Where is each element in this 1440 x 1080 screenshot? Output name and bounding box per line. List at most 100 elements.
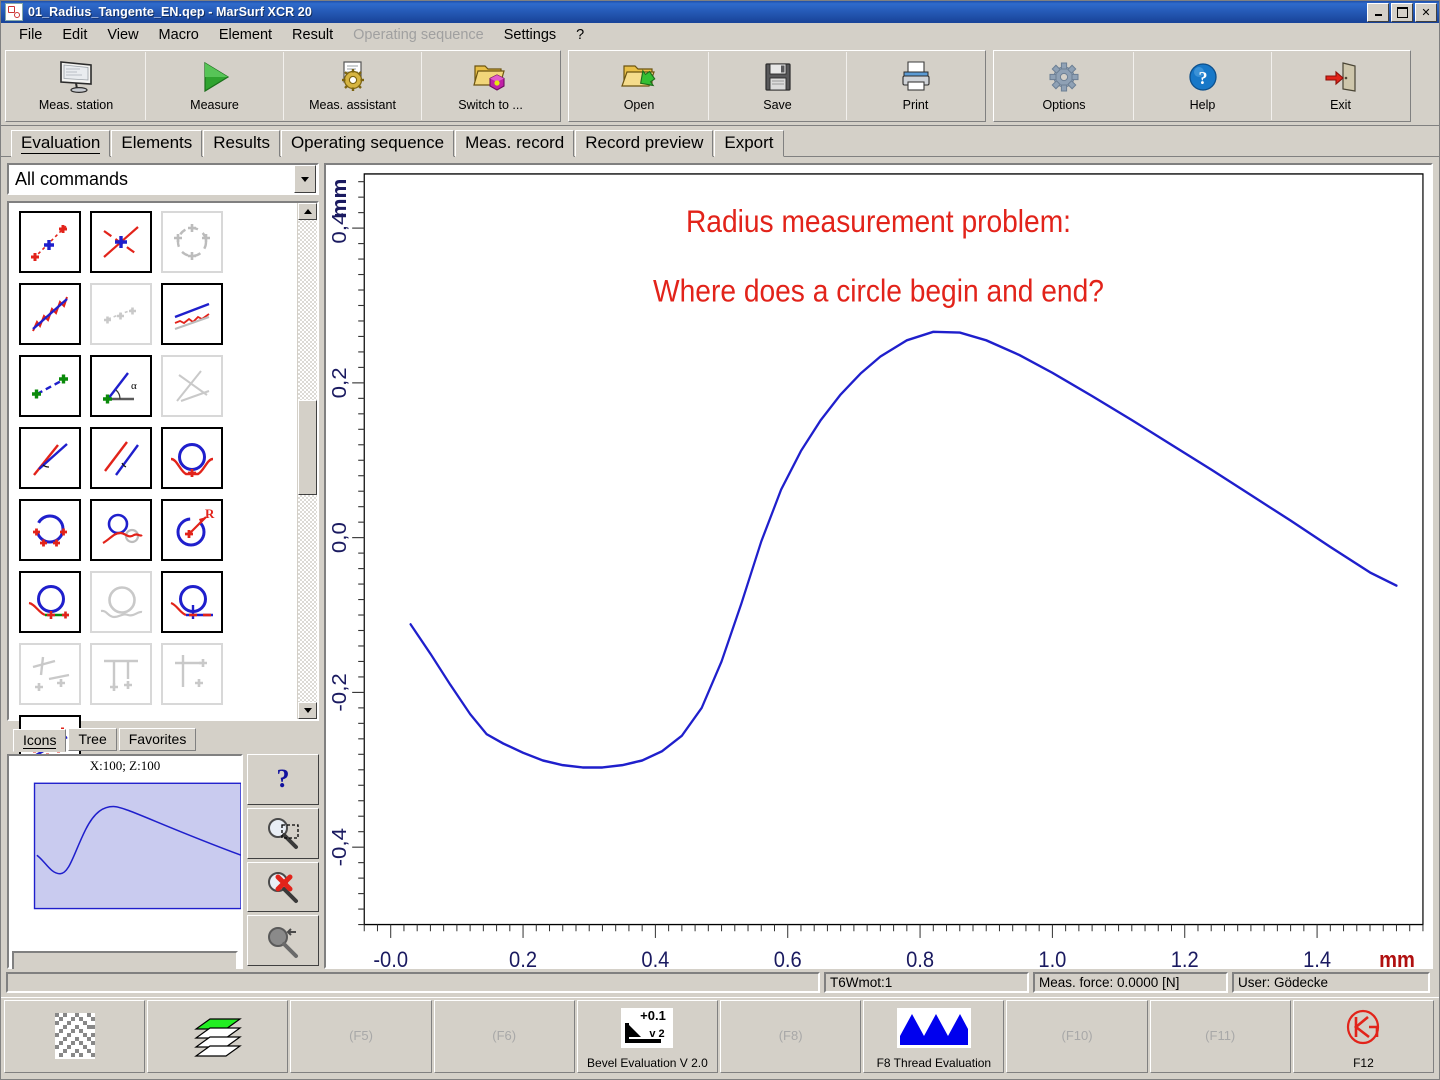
tab-elements[interactable]: Elements	[111, 130, 203, 157]
zoom-select-button[interactable]	[247, 807, 319, 859]
exit-button[interactable]: Exit	[1271, 52, 1409, 120]
fkey-f8: (F8)	[720, 1000, 862, 1073]
status-user: User: Gödecke	[1232, 972, 1430, 993]
fkey-thread-evaluation-label: F8 Thread Evaluation	[876, 1056, 992, 1070]
svg-text:-0,2: -0,2	[328, 673, 351, 711]
gear-icon	[1047, 59, 1081, 95]
save-label: Save	[763, 98, 792, 112]
meas-station-button[interactable]: Meas. station	[7, 52, 145, 120]
meas-assistant-button[interactable]: Meas. assistant	[283, 52, 421, 120]
palette-tab-strip: Icons Tree Favorites	[7, 726, 319, 752]
tab-meas-record[interactable]: Meas. record	[455, 130, 575, 157]
menu-item-file[interactable]: File	[9, 25, 52, 45]
minimize-button[interactable]	[1367, 2, 1389, 22]
circle-radius-R-icon[interactable]: R	[161, 499, 223, 561]
chevron-down-icon[interactable]	[294, 165, 316, 193]
save-button[interactable]: Save	[708, 52, 846, 120]
open-button[interactable]: Open	[570, 52, 708, 120]
fkey-bevel-evaluation[interactable]: +0.1 v 2 Bevel Evaluation V 2.0	[576, 1000, 719, 1073]
angle-alpha-icon[interactable]: α	[90, 355, 152, 417]
meas-station-label: Meas. station	[38, 98, 114, 112]
menu-item-result[interactable]: Result	[282, 25, 343, 45]
title-bar: 01_Radius_Tangente_EN.qep - MarSurf XCR …	[1, 1, 1439, 23]
magnifier-back-icon	[268, 926, 298, 958]
measure-button[interactable]: Measure	[145, 52, 283, 120]
fkey-f10-label: (F10)	[1061, 1028, 1093, 1043]
menu-item-edit[interactable]: Edit	[52, 25, 97, 45]
tab-export[interactable]: Export	[714, 130, 784, 157]
options-button[interactable]: Options	[995, 52, 1133, 120]
tab-results[interactable]: Results	[203, 130, 280, 157]
print-label: Print	[902, 98, 929, 112]
print-button[interactable]: Print	[846, 52, 984, 120]
restore-button[interactable]	[1391, 2, 1413, 22]
profile-line-fit-icon[interactable]	[19, 283, 81, 345]
fkey-layers[interactable]	[147, 1000, 289, 1073]
help-button[interactable]: ? Help	[1133, 52, 1271, 120]
menu-bar: File Edit View Macro Element Result Oper…	[1, 23, 1439, 48]
open-folder-icon	[620, 59, 658, 95]
fkey-thread-evaluation[interactable]: F8 Thread Evaluation	[863, 1000, 1005, 1073]
fkey-f12-mahr[interactable]: F12	[1292, 1000, 1435, 1073]
menu-item-view[interactable]: View	[97, 25, 148, 45]
intersection-point-icon[interactable]	[90, 211, 152, 273]
palette-scrollbar[interactable]	[297, 203, 317, 719]
circle-tangent-line-icon[interactable]	[161, 571, 223, 633]
angle-between-lines-icon[interactable]	[19, 427, 81, 489]
circle-profile-fit-icon[interactable]	[161, 427, 223, 489]
svg-text:+0.1: +0.1	[641, 1008, 667, 1023]
main-tab-strip: Evaluation Elements Results Operating se…	[1, 126, 1439, 157]
fkey-datamatrix[interactable]	[4, 1000, 146, 1073]
help-question-button[interactable]: ?	[247, 754, 319, 805]
preview-plot	[9, 774, 241, 948]
tab-operating-sequence[interactable]: Operating sequence	[280, 130, 455, 157]
close-button[interactable]: ✕	[1415, 2, 1437, 22]
menu-item-help[interactable]: ?	[566, 25, 594, 45]
switch-to-button[interactable]: Switch to ...	[421, 52, 559, 120]
tab-evaluation[interactable]: Evaluation	[11, 130, 111, 157]
tab-record-preview[interactable]: Record preview	[575, 130, 714, 157]
thread-profile-icon	[895, 1001, 973, 1056]
two-point-line-icon[interactable]	[19, 355, 81, 417]
status-message	[6, 972, 820, 993]
svg-text:-0,0: -0,0	[373, 947, 408, 967]
application-window: 01_Radius_Tangente_EN.qep - MarSurf XCR …	[0, 0, 1440, 1080]
menu-item-element[interactable]: Element	[209, 25, 282, 45]
scrollbar-thumb[interactable]	[298, 400, 317, 495]
monitor-icon	[57, 59, 95, 95]
fkey-f8-label: (F8)	[778, 1028, 803, 1043]
fkey-f5-label: (F5)	[349, 1028, 373, 1043]
window-controls: ✕	[1367, 2, 1437, 22]
circle-points-icon	[161, 211, 223, 273]
status-bar: T6Wmot:1 Meas. force: 0.0000 [N] User: G…	[1, 969, 1439, 997]
tab-icons[interactable]: Icons	[13, 729, 67, 752]
zoom-back-button[interactable]	[247, 915, 319, 966]
menu-item-macro[interactable]: Macro	[149, 25, 209, 45]
svg-text:α: α	[131, 380, 137, 392]
menu-item-settings[interactable]: Settings	[494, 25, 566, 45]
parallel-lines-icon[interactable]	[161, 283, 223, 345]
zoom-delete-button[interactable]	[247, 861, 319, 913]
svg-text:R: R	[205, 506, 215, 521]
scroll-up-button[interactable]	[298, 203, 317, 220]
scroll-down-button[interactable]	[298, 702, 317, 719]
command-filter-dropdown[interactable]: All commands	[7, 163, 319, 195]
angle-crossing-lines-icon[interactable]	[90, 427, 152, 489]
profile-preview[interactable]: X:100; Z:100	[7, 754, 243, 973]
small-circle-profile-icon[interactable]	[90, 499, 152, 561]
toolbar-group-file: Open Save Print	[568, 50, 986, 122]
tab-tree[interactable]: Tree	[68, 728, 117, 751]
general-view-chart[interactable]: -0,0 0,2 0,4 0,6 0,8 1,0 1,2 1,4 mm 0,4 0,2 0,0 -0,2…	[324, 163, 1433, 969]
svg-text:v 2: v 2	[650, 1028, 665, 1040]
command-icon-palette: α R	[7, 201, 319, 777]
circle-tangent-icon[interactable]	[19, 571, 81, 633]
circle-through-points-icon[interactable]	[19, 499, 81, 561]
fkey-f11-label: (F11)	[1205, 1028, 1236, 1043]
scrollbar-track[interactable]	[298, 220, 317, 702]
tab-favorites[interactable]: Favorites	[118, 728, 197, 751]
distance-corner-icon	[161, 643, 223, 705]
svg-text:mm: mm	[328, 179, 351, 219]
svg-text:1,2: 1,2	[1171, 947, 1199, 967]
point-line-fit-icon[interactable]	[19, 211, 81, 273]
status-probe: T6Wmot:1	[824, 972, 1029, 993]
